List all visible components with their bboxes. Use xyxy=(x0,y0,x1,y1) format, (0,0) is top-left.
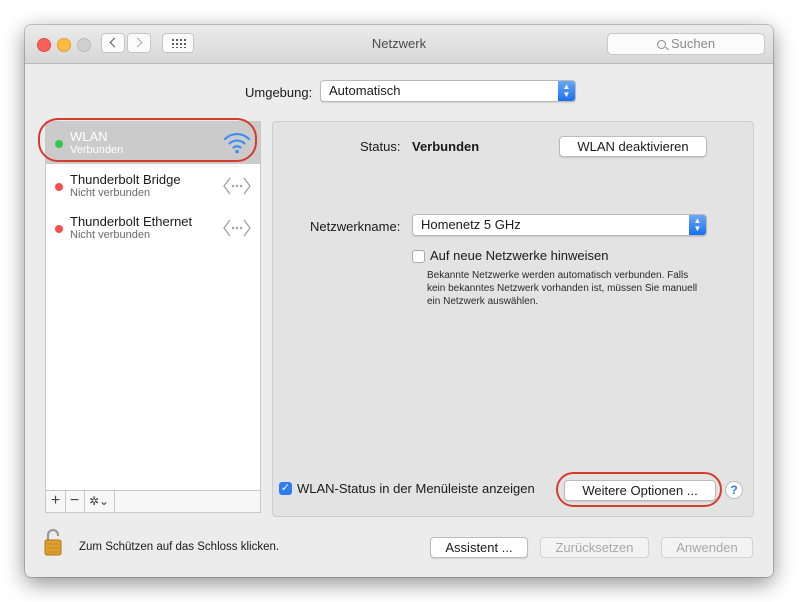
status-value: Verbunden xyxy=(412,139,480,154)
show-menubar-status-checkbox[interactable]: ✓ xyxy=(279,482,292,495)
service-item-thunderbolt-bridge[interactable]: Thunderbolt Bridge Nicht verbunden xyxy=(46,165,260,207)
ask-new-networks-checkbox[interactable] xyxy=(412,250,425,263)
add-service-button[interactable]: + xyxy=(46,491,66,512)
network-name-popup[interactable]: Homenetz 5 GHz ▲ ▼ xyxy=(412,214,707,236)
known-networks-help-text: Bekannte Netzwerke werden automatisch ve… xyxy=(427,270,698,307)
popup-arrows-icon: ▲ ▼ xyxy=(558,81,575,101)
service-name: Thunderbolt Ethernet xyxy=(70,214,193,229)
network-name-value: Homenetz 5 GHz xyxy=(421,217,521,232)
network-name-label: Netzwerkname: xyxy=(310,219,401,234)
help-button[interactable]: ? xyxy=(725,481,743,499)
title-bar: Netzwerk Suchen xyxy=(25,25,773,64)
checkmark-icon: ✓ xyxy=(280,482,291,494)
service-name: Thunderbolt Bridge xyxy=(70,172,181,187)
service-status: Nicht verbunden xyxy=(70,229,151,241)
status-dot-red xyxy=(55,183,63,191)
ethernet-arrows-icon xyxy=(223,219,251,237)
ask-new-networks-label[interactable]: Auf neue Netzwerke hinweisen xyxy=(430,248,609,263)
gear-menu-button[interactable]: ✲⌄ xyxy=(84,491,115,512)
lock-hint-text: Zum Schützen auf das Schloss klicken. xyxy=(79,541,280,553)
status-label: Status: xyxy=(360,139,401,154)
popup-arrows-icon: ▲ ▼ xyxy=(689,215,706,235)
service-list-toolbar: + − ✲⌄ xyxy=(45,491,261,513)
service-item-thunderbolt-ethernet[interactable]: Thunderbolt Ethernet Nicht verbunden xyxy=(46,207,260,249)
detail-panel xyxy=(272,121,754,517)
search-placeholder: Suchen xyxy=(670,36,716,51)
highlight-ring-wlan xyxy=(38,118,257,162)
assistant-button[interactable]: Assistent ... xyxy=(430,537,528,558)
ethernet-arrows-icon xyxy=(223,177,251,195)
apply-button[interactable]: Anwenden xyxy=(661,537,753,558)
location-value: Automatisch xyxy=(329,83,401,98)
location-popup[interactable]: Automatisch ▲ ▼ xyxy=(320,80,576,102)
remove-service-button[interactable]: − xyxy=(65,491,85,512)
network-preferences-window: Netzwerk Suchen Umgebung: Automatisch ▲ ▼… xyxy=(25,25,773,577)
search-icon xyxy=(656,40,666,49)
location-label: Umgebung: xyxy=(245,85,313,100)
service-list: WLAN Verbunden Thunderbolt Bridge Nicht … xyxy=(45,121,261,491)
search-field[interactable]: Suchen xyxy=(607,33,765,55)
show-menubar-status-label[interactable]: WLAN-Status in der Menüleiste anzeigen xyxy=(297,481,535,496)
status-dot-red xyxy=(55,225,63,233)
wlan-toggle-button[interactable]: WLAN deaktivieren xyxy=(559,136,707,157)
highlight-ring-advanced xyxy=(556,472,722,507)
lock-icon[interactable] xyxy=(43,528,63,556)
revert-button[interactable]: Zurücksetzen xyxy=(540,537,649,558)
service-status: Nicht verbunden xyxy=(70,187,151,199)
